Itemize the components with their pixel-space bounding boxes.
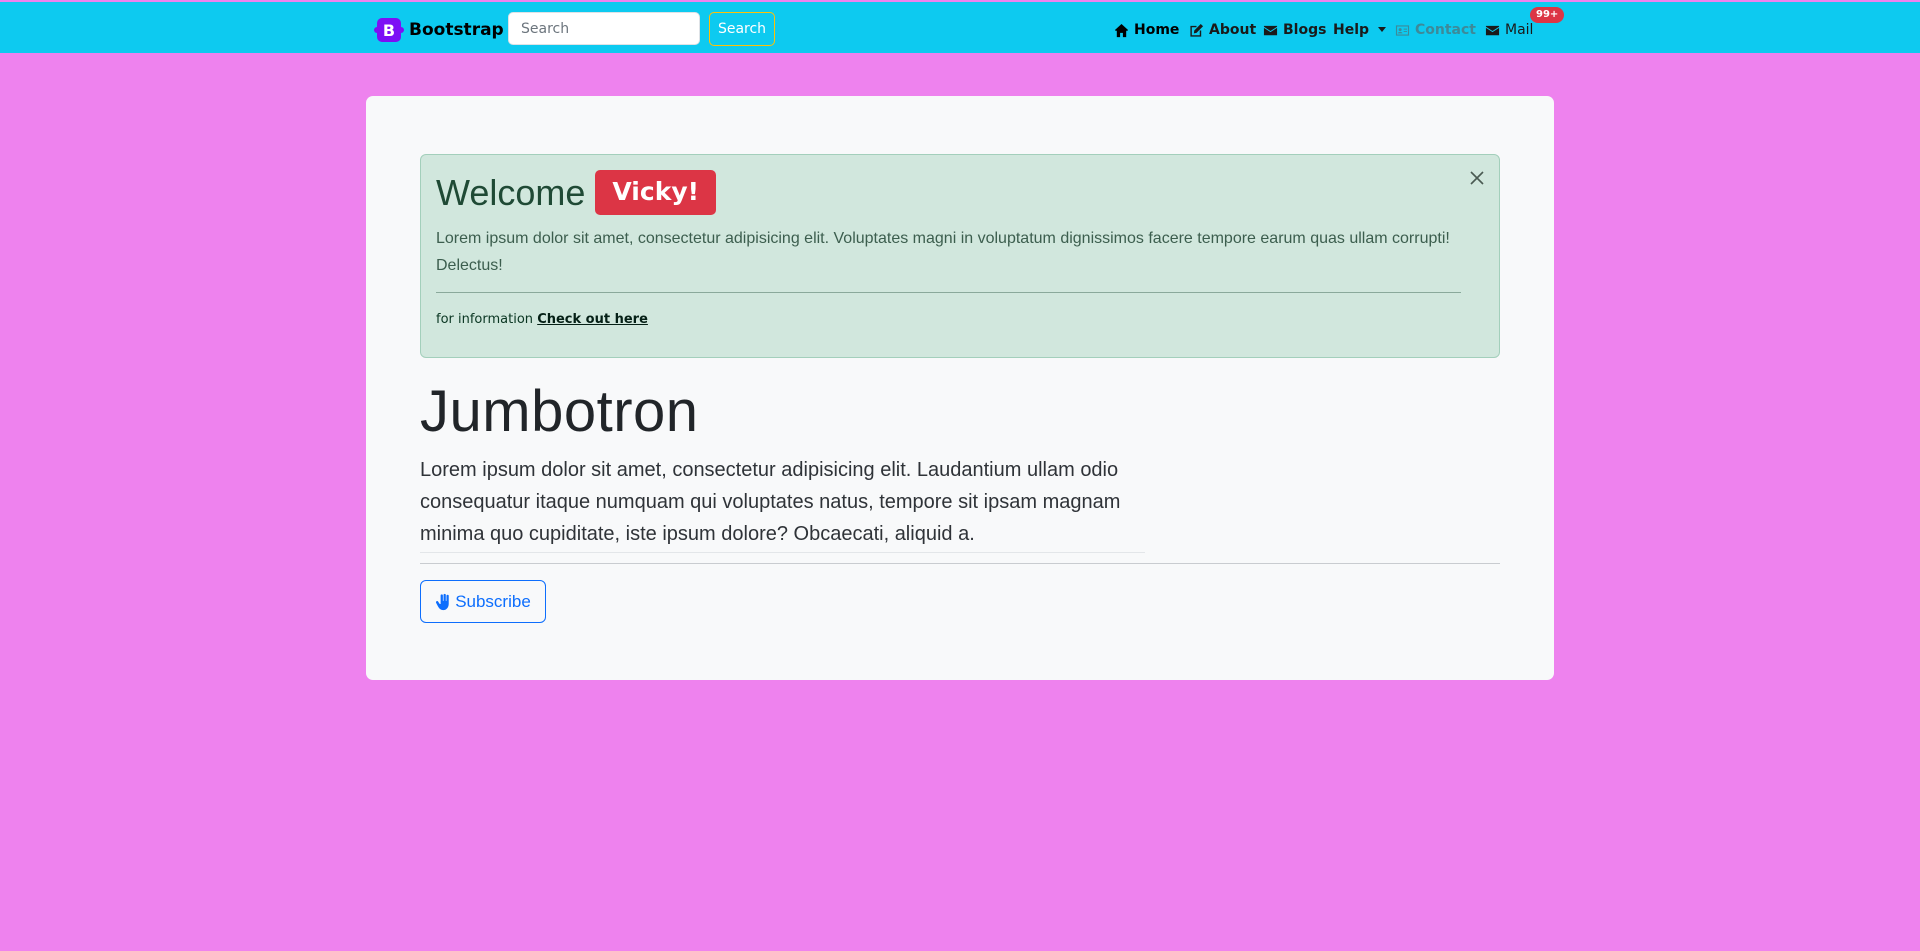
close-alert-button[interactable] bbox=[1467, 168, 1487, 188]
nav-item-label: Mail bbox=[1505, 22, 1534, 38]
name-badge: Vicky! bbox=[595, 170, 717, 215]
nav-item-label: Home bbox=[1134, 22, 1180, 38]
nav-item-label: About bbox=[1209, 22, 1257, 38]
envelope-icon bbox=[1485, 25, 1500, 35]
brand-link[interactable]: B Bootstrap bbox=[374, 17, 504, 43]
nav-item-label: Help bbox=[1333, 22, 1370, 38]
brand-label: Bootstrap bbox=[409, 20, 504, 40]
jumbotron-title: Jumbotron bbox=[420, 379, 699, 444]
divider bbox=[420, 563, 1500, 564]
nav-item-about[interactable]: About bbox=[1189, 18, 1256, 42]
nav-item-blogs[interactable]: Blogs bbox=[1263, 18, 1326, 42]
chevron-down-icon bbox=[1378, 26, 1387, 32]
search-button[interactable]: Search bbox=[709, 12, 775, 46]
subscribe-button-label: Subscribe bbox=[455, 591, 531, 611]
contact-card-icon bbox=[1395, 24, 1410, 36]
check-out-link[interactable]: Check out here bbox=[537, 312, 648, 327]
search-input[interactable] bbox=[508, 12, 700, 45]
alert-message: Lorem ipsum dolor sit amet, consectetur … bbox=[436, 230, 1450, 274]
nav-item-mail[interactable]: Mail bbox=[1485, 18, 1533, 42]
bootstrap-logo-icon: B bbox=[374, 18, 404, 42]
nav-item-label: Contact bbox=[1415, 22, 1476, 38]
navbar: B Bootstrap Search Home About Blogs Help… bbox=[0, 2, 1920, 53]
nav-item-home[interactable]: Home bbox=[1114, 18, 1179, 42]
nav-item-help-dropdown[interactable]: Help bbox=[1333, 18, 1387, 42]
subscribe-button[interactable]: Subscribe bbox=[420, 580, 546, 623]
jumbotron-lead: Lorem ipsum dolor sit amet, consectetur … bbox=[420, 454, 1145, 553]
close-icon bbox=[1470, 171, 1484, 185]
edit-icon bbox=[1190, 23, 1204, 37]
nav-item-label: Blogs bbox=[1283, 22, 1327, 38]
envelope-icon bbox=[1263, 25, 1278, 35]
nav-item-contact: Contact bbox=[1395, 18, 1476, 42]
alert-footer-text: for information bbox=[436, 312, 534, 327]
home-icon bbox=[1114, 23, 1129, 37]
alert-heading: Welcome Vicky! bbox=[436, 170, 717, 215]
mail-count-badge: 99+ bbox=[1530, 7, 1565, 23]
main-card: Welcome Vicky! Lorem ipsum dolor sit ame… bbox=[366, 96, 1554, 680]
alert-divider bbox=[436, 292, 1461, 293]
hand-wave-icon bbox=[436, 593, 449, 610]
alert-heading-text: Welcome bbox=[436, 171, 586, 213]
alert-footer: for information Check out here bbox=[436, 312, 648, 327]
welcome-alert: Welcome Vicky! Lorem ipsum dolor sit ame… bbox=[420, 154, 1500, 358]
